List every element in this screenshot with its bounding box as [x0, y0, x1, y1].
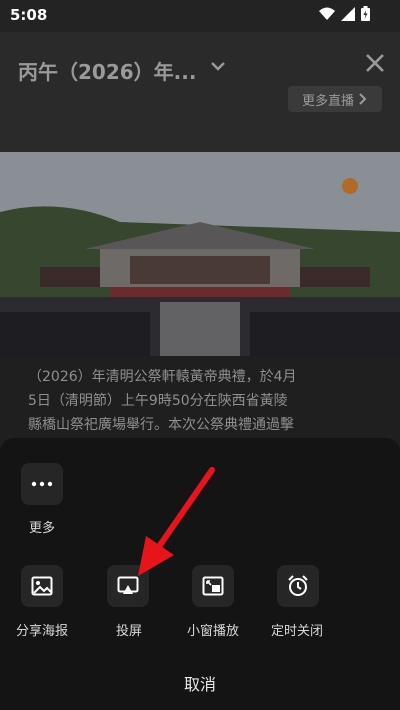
caption-line: （2026）年清明公祭軒轅黃帝典禮，於4月: [28, 369, 297, 385]
share-poster-label: 分享海报: [16, 624, 69, 639]
cast-icon: [117, 576, 139, 594]
image-icon: [31, 576, 53, 596]
wifi-icon: [319, 7, 335, 20]
more-dots-icon: [31, 481, 53, 487]
caption-line: 5日（清明節）上午9時50分在陝西省黃陵: [28, 393, 288, 409]
battery-icon: [361, 6, 370, 21]
cast-button[interactable]: [107, 565, 149, 607]
more-live-button[interactable]: 更多直播: [288, 86, 382, 112]
more-button[interactable]: [21, 463, 63, 505]
status-icons: [319, 6, 370, 21]
video-frame-image: [0, 152, 400, 382]
status-time: 5:08: [10, 6, 48, 24]
cancel-button[interactable]: 取消: [0, 671, 400, 695]
caption-line: 縣橋山祭祀廣場舉行。本次公祭典禮通過擊: [28, 417, 294, 433]
chevron-down-icon[interactable]: [208, 58, 228, 74]
more-live-label: 更多直播: [301, 93, 354, 109]
video-player[interactable]: [0, 152, 400, 382]
timer-close-label: 定时关闭: [271, 624, 324, 639]
close-icon[interactable]: [364, 52, 386, 74]
picture-in-picture-icon: [202, 576, 224, 596]
live-header: 丙午（2026）年... 更多直播: [0, 32, 400, 152]
picture-in-picture-button[interactable]: [192, 565, 234, 607]
cast-label: 投屏: [116, 624, 143, 639]
share-poster-button[interactable]: [21, 565, 63, 607]
alarm-clock-icon: [288, 575, 308, 596]
picture-in-picture-label: 小窗播放: [187, 624, 240, 639]
live-title[interactable]: 丙午（2026）年...: [18, 56, 196, 85]
signal-icon: [341, 6, 355, 21]
share-sheet: 更多 分享海报 投屏 小窗播放 定时关闭 取消: [0, 438, 400, 710]
status-bar: 5:08: [0, 0, 400, 32]
chevron-right-icon: [359, 93, 367, 105]
more-label: 更多: [29, 521, 56, 536]
timer-close-button[interactable]: [277, 565, 319, 607]
